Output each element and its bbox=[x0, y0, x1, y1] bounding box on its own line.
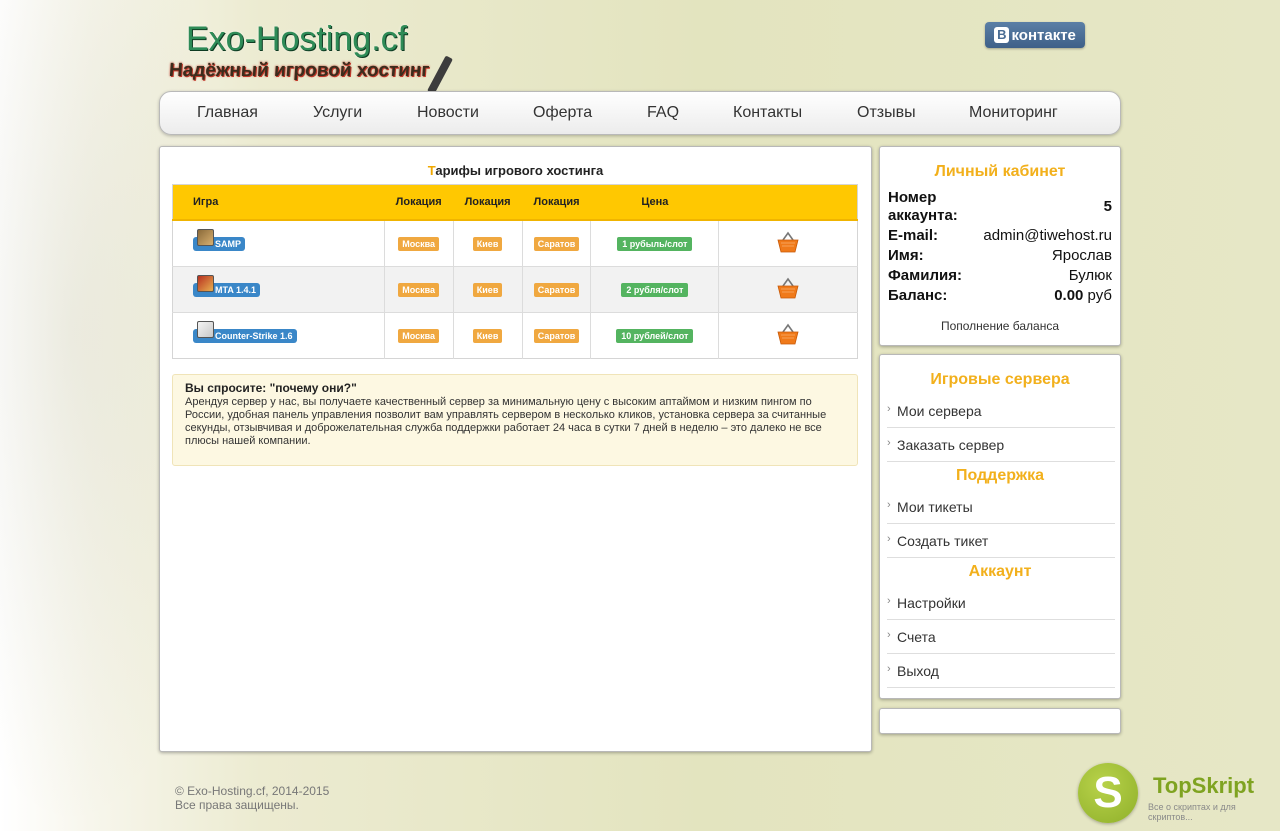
topskript-subtitle: Все о скриптах и для скриптов... bbox=[1148, 802, 1236, 822]
support-section-title: Поддержка bbox=[955, 467, 1045, 484]
tariff-table: Игра Локация Локация Локация Цена SAMP М… bbox=[172, 184, 858, 359]
col-location-2: Локация bbox=[453, 184, 523, 221]
basket-icon[interactable] bbox=[777, 231, 799, 253]
empty-panel bbox=[879, 708, 1121, 734]
topskript-name: TopSkript bbox=[1153, 773, 1255, 798]
menu-logout[interactable]: › Выход bbox=[887, 654, 1115, 688]
footer-copyright: © Exo-Hosting.cf, 2014-2015 bbox=[175, 784, 330, 798]
account-number-label: Номер bbox=[888, 189, 937, 206]
col-location-1: Локация bbox=[384, 184, 454, 221]
col-location-3: Локация bbox=[522, 184, 591, 221]
vk-label: контакте bbox=[1011, 26, 1076, 44]
table-row: Counter-Strike 1.6 Москва Киев Саратов 1… bbox=[172, 312, 858, 359]
mta-icon bbox=[197, 274, 214, 292]
footer-rights: Все права защищены. bbox=[175, 798, 299, 812]
chevron-right-icon: › bbox=[887, 629, 891, 641]
location-label: Киев bbox=[472, 328, 503, 343]
account-panel: Личный кабинет Номер аккаунта: 5 E-mail:… bbox=[879, 146, 1121, 346]
game-badge-samp[interactable]: SAMP bbox=[193, 228, 246, 251]
chevron-right-icon: › bbox=[887, 595, 891, 607]
site-slogan: Надёжный игровой хостинг bbox=[168, 60, 431, 81]
game-badge-cs[interactable]: Counter-Strike 1.6 bbox=[193, 320, 297, 343]
surname-label: Фамилия: bbox=[888, 267, 962, 284]
table-row: SAMP Москва Киев Саратов 1 рубыль/слот bbox=[172, 219, 858, 267]
topskript-logo-icon: S bbox=[1078, 763, 1138, 823]
table-header: Игра Локация Локация Локация Цена bbox=[172, 184, 858, 221]
basket-icon[interactable] bbox=[777, 323, 799, 345]
table-row: MTA 1.4.1 Москва Киев Саратов 2 рубля/сл… bbox=[172, 266, 858, 313]
main-panel: Тарифы игрового хостинга Игра Локация Ло… bbox=[159, 146, 872, 752]
location-label: Саратов bbox=[533, 328, 580, 343]
nav-services[interactable]: Услуги bbox=[313, 104, 362, 122]
location-label: Саратов bbox=[533, 236, 580, 251]
location-label: Саратов bbox=[533, 282, 580, 297]
menu-my-servers[interactable]: › Мои сервера bbox=[887, 394, 1115, 428]
topup-link[interactable]: Пополнение баланса bbox=[880, 319, 1120, 333]
chevron-right-icon: › bbox=[887, 663, 891, 675]
nav-faq[interactable]: FAQ bbox=[647, 104, 679, 122]
email-label: E-mail: bbox=[888, 227, 939, 244]
account-title: Личный кабинет bbox=[934, 163, 1066, 180]
nav-reviews[interactable]: Отзывы bbox=[857, 104, 916, 122]
balance-label: Баланс: bbox=[888, 287, 948, 304]
email-value: admin@tiwehost.ru bbox=[983, 227, 1112, 244]
menu-settings[interactable]: › Настройки bbox=[887, 586, 1115, 620]
menu-create-ticket[interactable]: › Создать тикет bbox=[887, 524, 1115, 558]
location-label: Москва bbox=[398, 328, 440, 343]
menu-bills[interactable]: › Счета bbox=[887, 620, 1115, 654]
location-label: Москва bbox=[398, 282, 440, 297]
nav-contacts[interactable]: Контакты bbox=[733, 104, 802, 122]
game-badge-mta[interactable]: MTA 1.4.1 bbox=[193, 274, 261, 297]
surname-value: Булюк bbox=[1068, 267, 1112, 284]
location-label: Киев bbox=[472, 236, 503, 251]
nav-news[interactable]: Новости bbox=[417, 104, 479, 122]
nav-offer[interactable]: Оферта bbox=[533, 104, 592, 122]
account-number-value: 5 bbox=[1103, 198, 1112, 215]
account-number-label-2: аккаунта: bbox=[888, 207, 958, 224]
footer: © Exo-Hosting.cf, 2014-2015 Все права за… bbox=[175, 784, 329, 812]
price-label: 1 рубыль/слот bbox=[617, 236, 693, 251]
info-title: Вы спросите: "почему они?" bbox=[185, 381, 357, 395]
basket-icon[interactable] bbox=[777, 277, 799, 299]
nav-home[interactable]: Главная bbox=[197, 104, 258, 122]
vk-button[interactable]: Вконтакте bbox=[985, 22, 1085, 48]
chevron-right-icon: › bbox=[887, 437, 891, 449]
vk-icon: В bbox=[994, 27, 1010, 43]
nav-monitoring[interactable]: Мониторинг bbox=[969, 104, 1058, 122]
info-text: Арендуя сервер у нас, вы получаете качес… bbox=[185, 396, 827, 447]
menu-my-tickets[interactable]: › Мои тикеты bbox=[887, 490, 1115, 524]
location-label: Москва bbox=[398, 236, 440, 251]
chevron-right-icon: › bbox=[887, 403, 891, 415]
samp-icon bbox=[197, 228, 214, 246]
chevron-right-icon: › bbox=[887, 533, 891, 545]
menu-order-server[interactable]: › Заказать сервер bbox=[887, 428, 1115, 462]
sword-decoration bbox=[427, 55, 453, 95]
chevron-right-icon: › bbox=[887, 499, 891, 511]
page-title: Тарифы игрового хостинга bbox=[427, 163, 604, 178]
col-game: Игра bbox=[172, 184, 385, 221]
servers-section-title: Игровые сервера bbox=[930, 371, 1070, 388]
account-section-title: Аккаунт bbox=[968, 563, 1032, 580]
location-label: Киев bbox=[472, 282, 503, 297]
menu-panel: Игровые сервера › Мои сервера › Заказать с… bbox=[879, 354, 1121, 699]
balance-value: 0.00 руб bbox=[1054, 287, 1112, 304]
info-box: Вы спросите: "почему они?" Арендуя серве… bbox=[172, 374, 858, 466]
cs-icon bbox=[197, 320, 214, 338]
price-label: 10 рублей/слот bbox=[616, 328, 694, 343]
price-label: 2 рубля/слот bbox=[621, 282, 689, 297]
name-value: Ярослав bbox=[1051, 247, 1112, 264]
site-logo[interactable]: Exo-Hosting.cf bbox=[186, 20, 407, 59]
col-price: Цена bbox=[590, 184, 719, 221]
main-nav: Главная Услуги Новости Оферта FAQ Контак… bbox=[159, 91, 1121, 135]
col-order bbox=[718, 184, 858, 221]
name-label: Имя: bbox=[888, 247, 924, 264]
